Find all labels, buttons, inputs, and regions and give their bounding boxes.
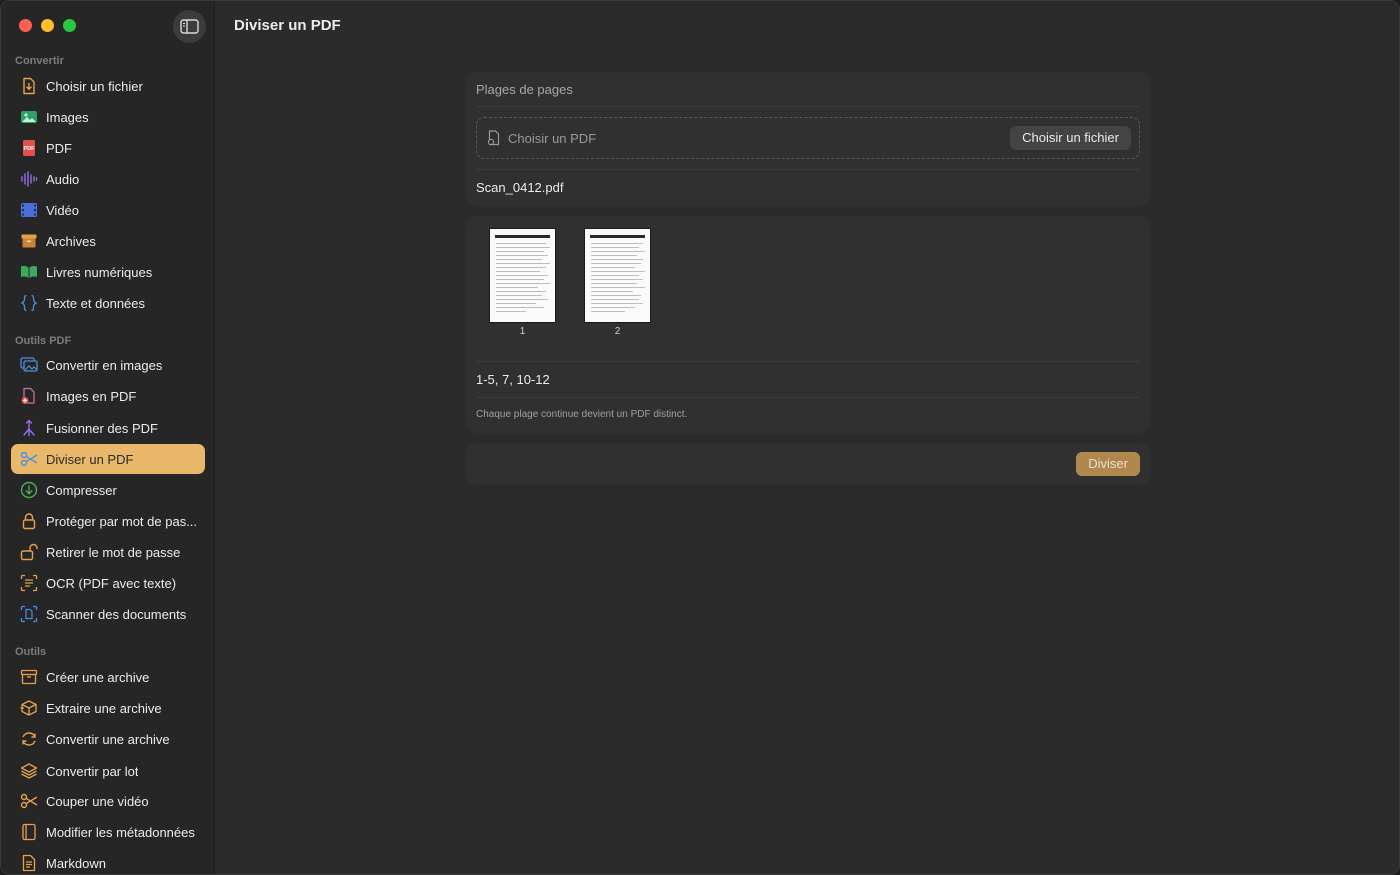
sidebar-item-choisir-fichier[interactable]: Choisir un fichier [11,71,205,101]
divider [476,361,1140,362]
ranges-hint: Chaque plage continue devient un PDF dis… [476,409,688,420]
split-button[interactable]: Diviser [1076,452,1140,476]
preview-card: 1 2 1-5, 7, 10-12 Chaque plage continue … [466,216,1150,433]
sidebar-item-diviser-pdf[interactable]: Diviser un PDF [11,444,205,474]
selected-file-name: Scan_0412.pdf [476,180,564,195]
sidebar-item-retirer-mot-de-passe[interactable]: Retirer le mot de passe [11,537,205,567]
sidebar-item-scanner[interactable]: Scanner des documents [11,599,205,629]
page-number: 1 [519,326,526,337]
archive-box-icon [19,667,39,687]
section-title-outils: Outils [15,646,47,658]
page-title: Diviser un PDF [234,17,341,34]
divider [476,169,1140,170]
photos-stack-icon [19,355,39,375]
minimize-window-button[interactable] [41,19,54,32]
dropzone-text: Choisir un PDF [508,131,597,146]
shipping-box-icon [19,698,39,718]
sidebar-item-video[interactable]: Vidéo [11,195,205,225]
doc-download-icon [19,76,39,96]
waveform-icon [19,169,39,189]
book-closed-icon [19,822,39,842]
sidebar-item-images-en-pdf[interactable]: Images en PDF [11,381,205,411]
sidebar-item-extraire-archive[interactable]: Extraire une archive [11,693,205,723]
divider [476,106,1140,107]
sidebar-item-convertir-en-images[interactable]: Convertir en images [11,350,205,380]
pdf-dropzone[interactable]: Choisir un PDF Choisir un fichier [476,117,1140,159]
unlock-icon [19,542,39,562]
window-controls [19,19,76,32]
sidebar-item-texte-donnees[interactable]: Texte et données [11,288,205,318]
sidebar-item-pdf[interactable]: PDF PDF [11,133,205,163]
svg-text:PDF: PDF [24,146,36,152]
lock-icon [19,511,39,531]
layers-icon [19,761,39,781]
actions-card: Diviser [466,443,1150,485]
sidebar-item-convertir-par-lot[interactable]: Convertir par lot [11,756,205,786]
section-title-outils-pdf: Outils PDF [15,335,72,347]
scissors-icon [19,449,39,469]
sidebar-item-proteger[interactable]: Protéger par mot de pas... [11,506,205,536]
sidebar: Convertir Outils PDF Outils Choisir un f… [1,1,215,874]
page-number: 2 [614,326,621,337]
zoom-window-button[interactable] [63,19,76,32]
doc-icon [487,130,500,146]
sidebar-item-markdown[interactable]: Markdown [11,848,205,874]
sidebar-item-ocr[interactable]: OCR (PDF avec texte) [11,568,205,598]
film-icon [19,200,39,220]
page-ranges-label: Plages de pages [476,82,573,97]
photo-icon [19,107,39,127]
scissors-icon [19,791,39,811]
close-window-button[interactable] [19,19,32,32]
sidebar-item-fusionner-pdf[interactable]: Fusionner des PDF [11,413,205,443]
merge-arrow-icon [19,418,39,438]
doc-plus-icon [19,386,39,406]
app-window: Convertir Outils PDF Outils Choisir un f… [0,0,1400,875]
sidebar-toggle-button[interactable] [173,10,206,43]
sidebar-item-compresser[interactable]: Compresser [11,475,205,505]
sidebar-item-convertir-archive[interactable]: Convertir une archive [11,724,205,754]
section-title-convertir: Convertir [15,55,64,67]
page-ranges-input[interactable]: 1-5, 7, 10-12 [476,372,550,387]
sidebar-item-creer-archive[interactable]: Créer une archive [11,662,205,692]
page-thumbnail[interactable] [489,228,556,323]
doc-text-icon [19,853,39,873]
text-viewfinder-icon [19,573,39,593]
sidebar-item-images[interactable]: Images [11,102,205,132]
pdf-icon: PDF [19,138,39,158]
sidebar-item-metadonnees[interactable]: Modifier les métadonnées [11,817,205,847]
sidebar-icon [180,19,199,34]
sidebar-item-couper-video[interactable]: Couper une vidéo [11,786,205,816]
sidebar-item-archives[interactable]: Archives [11,226,205,256]
page-thumbnail[interactable] [584,228,651,323]
book-icon [19,262,39,282]
choose-file-button[interactable]: Choisir un fichier [1010,126,1131,150]
arrow-down-circle-icon [19,480,39,500]
braces-icon [19,293,39,313]
page-ranges-card: Plages de pages Choisir un PDF Choisir u… [466,72,1150,206]
sidebar-item-audio[interactable]: Audio [11,164,205,194]
divider [476,397,1140,398]
doc-viewfinder-icon [19,604,39,624]
archive-box-icon [19,231,39,251]
arrows-circle-icon [19,729,39,749]
sidebar-item-livres-numeriques[interactable]: Livres numériques [11,257,205,287]
